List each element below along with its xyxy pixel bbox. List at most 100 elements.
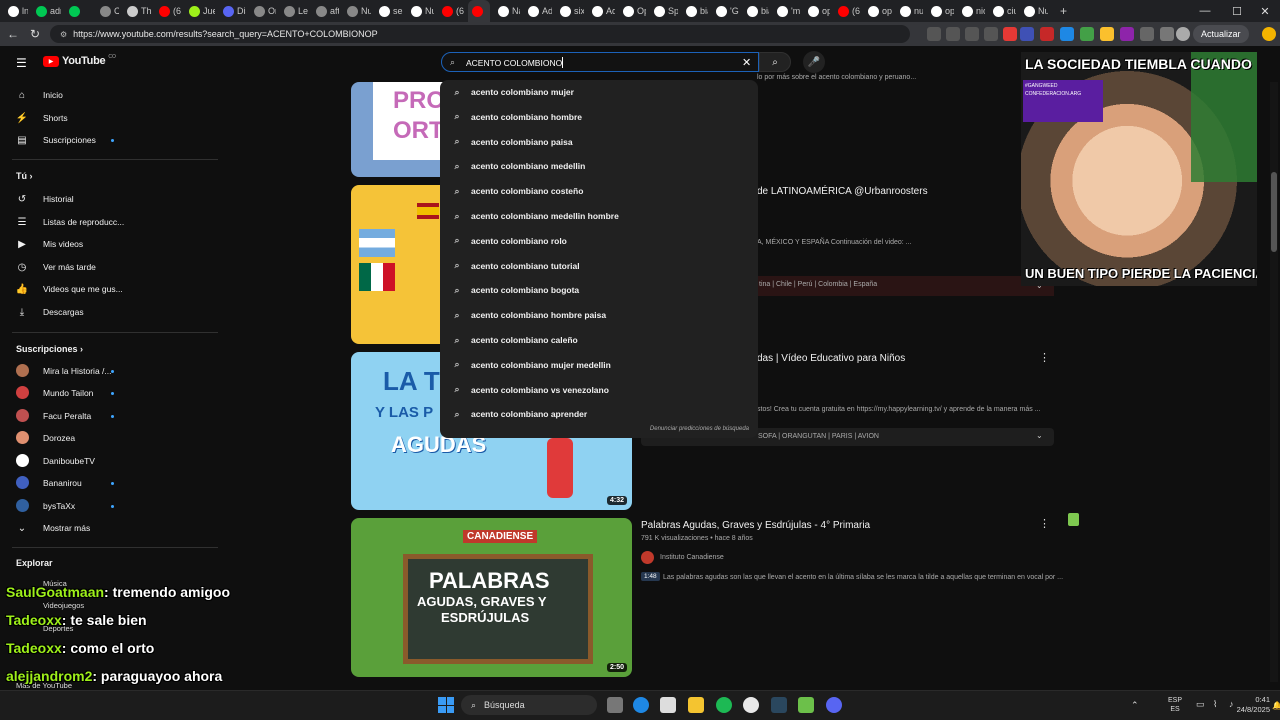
browser-tab[interactable]: Sp bbox=[650, 0, 678, 22]
taskbar-search[interactable]: ⌕ Búsqueda bbox=[461, 695, 597, 715]
browser-tab[interactable]: ciu bbox=[989, 0, 1016, 22]
browser-tab[interactable]: Na bbox=[494, 0, 520, 22]
edge-icon[interactable] bbox=[633, 697, 649, 713]
sidebar-item[interactable]: Mira la Historia /... bbox=[0, 360, 230, 382]
browser-tab[interactable]: Nu bbox=[1020, 0, 1048, 22]
search-input[interactable]: ACENTO COLOMBIONO bbox=[466, 58, 562, 68]
channel-name[interactable]: Instituto Canadiense bbox=[660, 554, 724, 561]
more-options-icon[interactable]: ⋮ bbox=[1039, 351, 1050, 364]
extension-icon[interactable] bbox=[1020, 27, 1034, 41]
search-suggestion[interactable]: ⌕ acento colombiano medellin hombre bbox=[440, 204, 758, 228]
browser-tab[interactable]: bia bbox=[743, 0, 769, 22]
app-icon[interactable] bbox=[798, 697, 814, 713]
result-thumbnail[interactable]: CANADIENSE PALABRAS AGUDAS, GRAVES Y ESD… bbox=[351, 518, 632, 677]
search-suggestion[interactable]: ⌕ acento colombiano paisa bbox=[440, 130, 758, 154]
sidebar-item[interactable]: ↺ Historial bbox=[0, 188, 230, 210]
sidebar-item[interactable]: ▶ Mis videos bbox=[0, 233, 230, 255]
browser-tab[interactable]: six bbox=[556, 0, 584, 22]
extension-icon[interactable] bbox=[1003, 27, 1017, 41]
site-info-icon[interactable]: ⚙ bbox=[60, 30, 67, 39]
browser-tab[interactable]: ✕ bbox=[468, 0, 490, 22]
sidebar-section-heading[interactable]: Tú › bbox=[16, 171, 33, 181]
profile-avatar[interactable] bbox=[1176, 27, 1190, 41]
chrome-icon[interactable] bbox=[743, 697, 759, 713]
browser-tab[interactable]: 'Gi bbox=[712, 0, 739, 22]
browser-tab[interactable]: bia bbox=[682, 0, 708, 22]
browser-tab[interactable]: Let bbox=[280, 0, 308, 22]
browser-tab[interactable]: afti bbox=[312, 0, 339, 22]
search-suggestion[interactable]: ⌕ acento colombiano medellin bbox=[440, 154, 758, 178]
taskbar-clock[interactable]: 0:41 24/8/2025 bbox=[1220, 695, 1270, 715]
language-indicator[interactable]: ESP ES bbox=[1168, 696, 1182, 714]
search-suggestion[interactable]: ⌕ acento colombiano aprender bbox=[440, 402, 758, 426]
sidebar-section-heading[interactable]: Suscripciones › bbox=[16, 344, 83, 354]
youtube-logo[interactable]: ▶ YouTube CO bbox=[43, 54, 116, 67]
browser-tab[interactable]: (6) bbox=[834, 0, 860, 22]
reload-icon[interactable]: ↻ bbox=[24, 23, 46, 45]
chapter-timestamp[interactable]: 1:48 bbox=[641, 572, 660, 581]
sidebar-item[interactable]: Mundo Tailon bbox=[0, 382, 230, 404]
discord-icon[interactable] bbox=[826, 697, 842, 713]
browser-tab[interactable]: lnki bbox=[4, 0, 28, 22]
menu-kebab-icon[interactable] bbox=[1262, 27, 1276, 41]
sidebar-item[interactable]: 👍 Videos que me gus... bbox=[0, 278, 230, 300]
search-suggestion[interactable]: ⌕ acento colombiano mujer bbox=[440, 80, 758, 104]
browser-tab[interactable]: Ch bbox=[96, 0, 119, 22]
result-title[interactable]: das | Vídeo Educativo para Niños bbox=[757, 353, 905, 364]
sidebar-item[interactable]: ◷ Ver más tarde bbox=[0, 256, 230, 278]
browser-tab[interactable]: nu bbox=[896, 0, 923, 22]
extension-icon[interactable] bbox=[1080, 27, 1094, 41]
result-title[interactable]: de LATINOAMÉRICA @Urbanroosters bbox=[757, 186, 928, 197]
search-suggestion[interactable]: ⌕ acento colombiano bogota bbox=[440, 278, 758, 302]
sidebar-item[interactable]: ⌂ Inicio bbox=[0, 84, 230, 106]
extension-icon[interactable] bbox=[1120, 27, 1134, 41]
monitor-icon[interactable]: ▭ bbox=[1196, 699, 1205, 710]
sidebar-item[interactable]: ⤓ Descargas bbox=[0, 301, 230, 323]
search-box[interactable]: ⌕ ACENTO COLOMBIONO ✕ bbox=[441, 52, 759, 72]
install-app-icon[interactable] bbox=[927, 27, 941, 41]
downloads-toolbar-icon[interactable] bbox=[1160, 27, 1174, 41]
new-tab-button[interactable]: + bbox=[1056, 0, 1071, 22]
extension-icon[interactable] bbox=[1040, 27, 1054, 41]
extension-icon[interactable] bbox=[984, 27, 998, 41]
browser-tab[interactable]: Ad bbox=[524, 0, 552, 22]
browser-tab[interactable]: Nu bbox=[407, 0, 434, 22]
search-suggestion[interactable]: ⌕ acento colombiano tutorial bbox=[440, 254, 758, 278]
search-suggestion[interactable]: ⌕ acento colombiano rolo bbox=[440, 229, 758, 253]
browser-tab[interactable]: Jue bbox=[185, 0, 215, 22]
sidebar-item[interactable]: bysTaXx bbox=[0, 495, 230, 517]
search-button[interactable]: ⌕ bbox=[759, 52, 791, 72]
sidebar-item[interactable]: Facu Peralta bbox=[0, 405, 230, 427]
search-suggestion[interactable]: ⌕ acento colombiano hombre paisa bbox=[440, 303, 758, 327]
scrollbar-thumb[interactable] bbox=[1271, 172, 1277, 252]
browser-tab[interactable]: ser bbox=[375, 0, 403, 22]
browser-tab[interactable] bbox=[65, 0, 92, 22]
spotify-icon[interactable] bbox=[716, 697, 732, 713]
sidebar-item[interactable]: DaniboubeTV bbox=[0, 450, 230, 472]
clear-search-icon[interactable]: ✕ bbox=[742, 56, 751, 69]
browser-tab[interactable]: Op bbox=[619, 0, 646, 22]
close-tab-icon[interactable]: ✕ bbox=[489, 7, 490, 16]
sidebar-item[interactable]: ▤ Suscripciones bbox=[0, 129, 230, 151]
channel-avatar[interactable] bbox=[641, 551, 654, 564]
bookmark-star-icon[interactable] bbox=[965, 27, 979, 41]
windows-start-icon[interactable] bbox=[438, 697, 454, 713]
search-suggestion[interactable]: ⌕ acento colombiano hombre bbox=[440, 105, 758, 129]
close-window-icon[interactable]: ✕ bbox=[1250, 0, 1280, 22]
hamburger-menu-icon[interactable]: ☰ bbox=[16, 56, 27, 70]
extension-icon[interactable] bbox=[1060, 27, 1074, 41]
sidebar-item[interactable]: ⚡ Shorts bbox=[0, 107, 230, 129]
browser-tab[interactable]: 'mi bbox=[773, 0, 800, 22]
browser-tab[interactable]: (6) bbox=[155, 0, 181, 22]
search-suggestion[interactable]: ⌕ acento colombiano caleño bbox=[440, 328, 758, 352]
minimize-icon[interactable]: — bbox=[1190, 0, 1220, 22]
file-explorer-icon[interactable] bbox=[688, 697, 704, 713]
back-arrow-icon[interactable]: ← bbox=[2, 23, 24, 45]
steam-icon[interactable] bbox=[771, 697, 787, 713]
search-suggestion[interactable]: ⌕ acento colombiano vs venezolano bbox=[440, 378, 758, 402]
browser-tab[interactable]: op bbox=[804, 0, 830, 22]
browser-tab[interactable]: Ad bbox=[588, 0, 615, 22]
search-suggestion[interactable]: ⌕ acento colombiano costeño bbox=[440, 179, 758, 203]
report-predictions-link[interactable]: Denunciar predicciones de búsqueda bbox=[650, 426, 749, 432]
browser-tab[interactable]: Dis bbox=[219, 0, 246, 22]
